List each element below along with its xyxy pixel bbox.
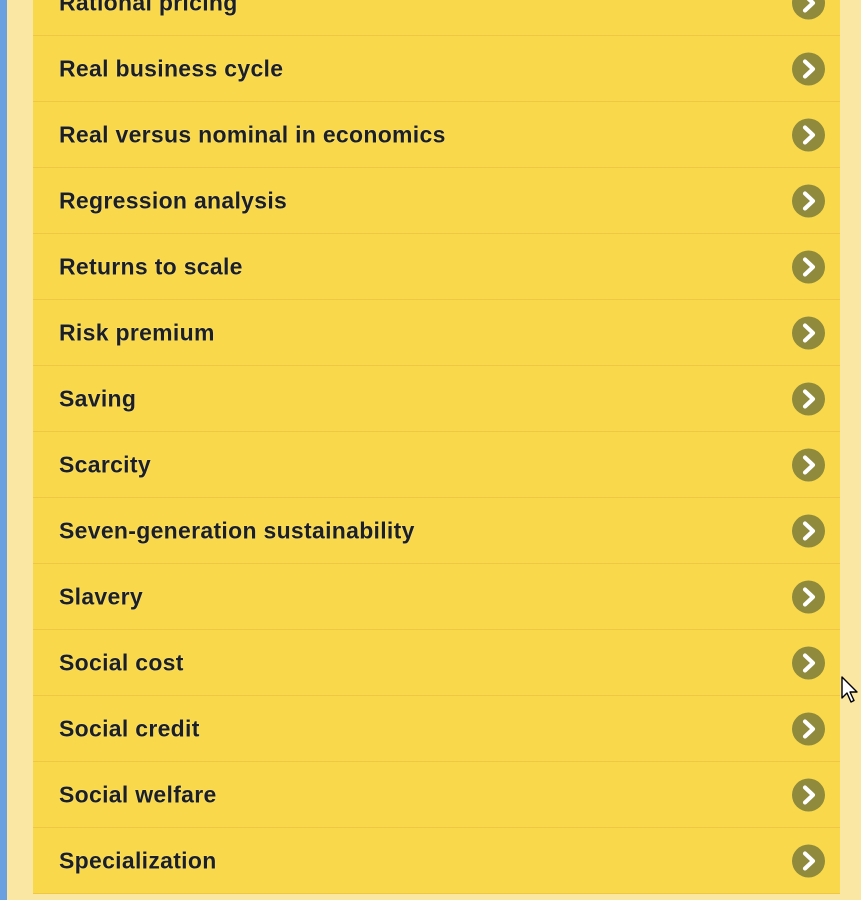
list-item-label: Scarcity (59, 451, 151, 477)
chevron-right-icon[interactable] (792, 646, 825, 679)
chevron-right-icon[interactable] (792, 118, 825, 151)
list-item-label: Slavery (59, 583, 143, 609)
list-item-label: Social credit (59, 715, 200, 741)
list-item[interactable]: Risk premium (33, 300, 840, 366)
chevron-right-icon[interactable] (792, 514, 825, 547)
list-item-label: Specialization (59, 847, 217, 873)
list-item[interactable]: Rational pricing (33, 0, 840, 36)
list-item-label: Saving (59, 385, 137, 411)
chevron-right-icon[interactable] (792, 250, 825, 283)
list-item[interactable]: Returns to scale (33, 234, 840, 300)
list-item-label: Social welfare (59, 781, 217, 807)
list-item[interactable]: Seven-generation sustainability (33, 498, 840, 564)
list-item[interactable]: Slavery (33, 564, 840, 630)
right-gutter (840, 0, 861, 900)
list-item-label: Seven-generation sustainability (59, 517, 415, 543)
chevron-right-icon[interactable] (792, 580, 825, 613)
list-item-label: Regression analysis (59, 187, 288, 213)
window-left-edge (0, 0, 7, 900)
list-item-label: Risk premium (59, 319, 215, 345)
chevron-right-icon[interactable] (792, 52, 825, 85)
list-item[interactable]: Real business cycle (33, 36, 840, 102)
list-item-label: Rational pricing (59, 0, 238, 15)
chevron-right-icon[interactable] (792, 712, 825, 745)
list-item[interactable]: Social welfare (33, 762, 840, 828)
chevron-right-icon[interactable] (792, 778, 825, 811)
list-item-label: Returns to scale (59, 253, 243, 279)
topic-list: Rational pricing Real business cycle Rea… (33, 0, 840, 894)
chevron-right-icon[interactable] (792, 448, 825, 481)
list-item-label: Real business cycle (59, 55, 284, 81)
list-item[interactable]: Real versus nominal in economics (33, 102, 840, 168)
chevron-right-icon[interactable] (792, 184, 825, 217)
chevron-right-icon[interactable] (792, 316, 825, 349)
list-item[interactable]: Social cost (33, 630, 840, 696)
chevron-right-icon[interactable] (792, 382, 825, 415)
chevron-right-icon[interactable] (792, 0, 825, 19)
left-gutter (7, 0, 33, 900)
list-item-label: Social cost (59, 649, 184, 675)
list-item[interactable]: Scarcity (33, 432, 840, 498)
chevron-right-icon[interactable] (792, 844, 825, 877)
list-item[interactable]: Social credit (33, 696, 840, 762)
list-item[interactable]: Regression analysis (33, 168, 840, 234)
list-item[interactable]: Specialization (33, 828, 840, 894)
list-item-label: Real versus nominal in economics (59, 121, 446, 147)
list-item[interactable]: Saving (33, 366, 840, 432)
mouse-pointer-icon (841, 676, 858, 703)
